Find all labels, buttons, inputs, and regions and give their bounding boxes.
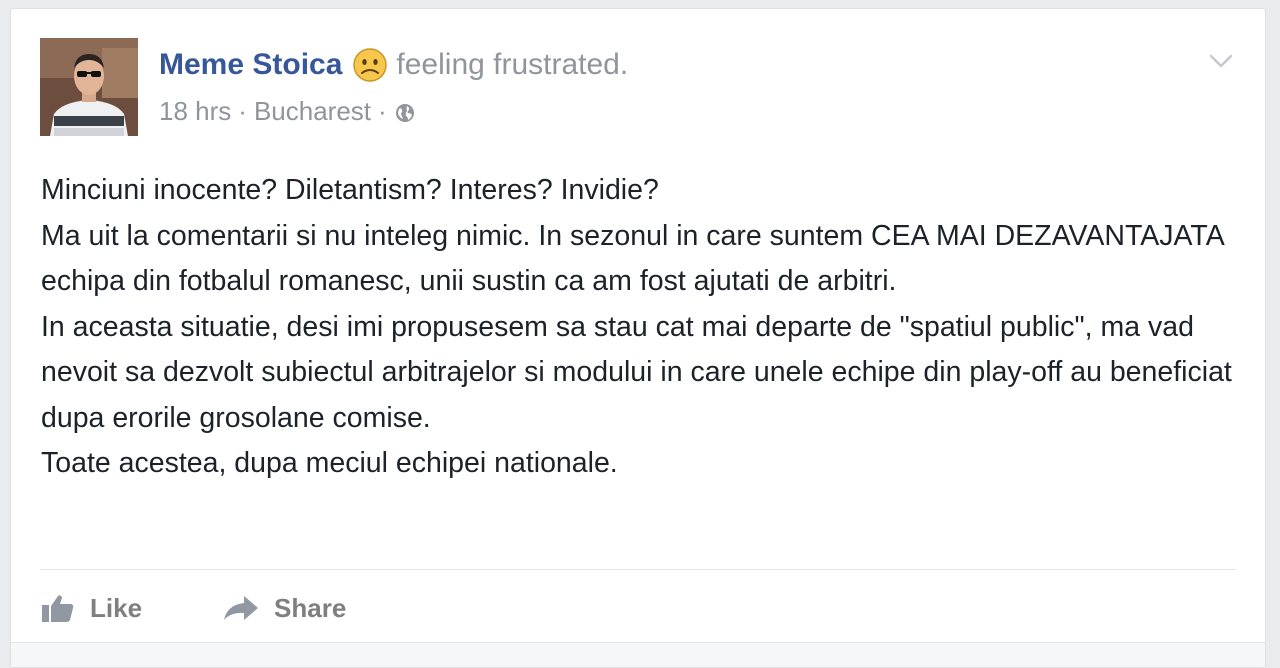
post-paragraph: Toate acestea, dupa meciul echipei natio… [41,447,618,479]
post-paragraph: Minciuni inocente? Diletantism? Interes?… [41,174,659,206]
frustrated-face-emoji-icon [352,47,388,83]
share-label: Share [274,592,347,623]
post-meta: 18 hrs · Bucharest · [159,95,416,127]
post-timestamp[interactable]: 18 hrs [159,96,231,127]
post-card: Meme Stoica feeling frustrated. 18 hrs ·… [10,8,1266,668]
meta-separator: · [238,95,247,126]
post-actions: Like Share [40,585,426,631]
actions-divider [40,569,1236,570]
feeling-text: feeling frustrated. [396,48,629,81]
share-button[interactable]: Share [222,593,346,624]
post-header: Meme Stoica feeling frustrated. [159,45,628,85]
globe-icon[interactable] [394,100,416,122]
avatar-photo [40,38,138,136]
post-options-chevron-down-icon[interactable] [1205,45,1237,77]
post-paragraph: Ma uit la comentarii si nu inteleg nimic… [41,219,1224,298]
author-name-link[interactable]: Meme Stoica [159,48,342,82]
post-text: Minciuni inocente? Diletantism? Interes?… [41,168,1241,487]
like-label: Like [90,592,143,623]
meta-separator: · [378,95,387,126]
share-arrow-icon [224,596,259,620]
comments-strip [11,642,1265,667]
post-paragraph: In aceasta situatie, desi imi propusesem… [41,310,1232,434]
post-location[interactable]: Bucharest [254,96,371,127]
author-avatar[interactable] [40,38,138,136]
thumbs-up-icon [42,595,74,622]
like-button[interactable]: Like [40,593,142,624]
